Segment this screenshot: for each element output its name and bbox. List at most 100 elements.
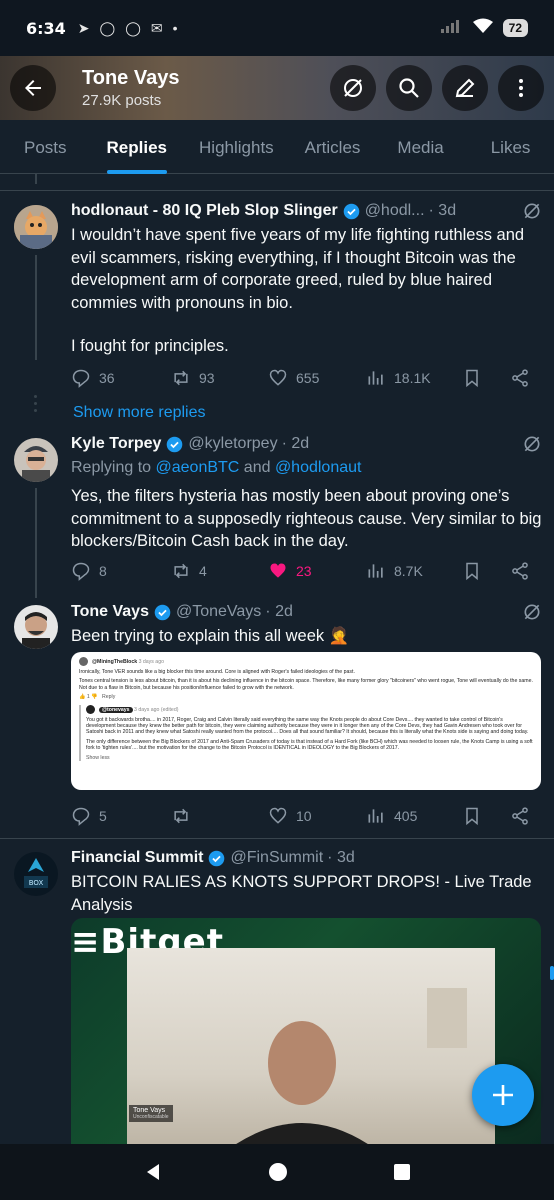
view-count: 405 [394,808,418,824]
plus-icon [493,1085,513,1105]
tab-replies[interactable]: Replies [106,120,168,174]
view-count: 8.7K [394,563,423,579]
timestamp: · 3d [428,202,457,219]
compose-button[interactable] [472,1064,534,1126]
reply-button[interactable]: 8 [71,561,171,581]
like-button[interactable]: 23 [268,561,366,581]
avatar[interactable] [14,605,58,649]
mention-link[interactable]: @aeonBTC [156,459,240,476]
share-button[interactable] [510,561,530,581]
author-name[interactable]: hodlonaut - 80 IQ Pleb Slop Slinger [71,202,338,220]
avatar-person-icon [14,438,58,482]
grok-icon[interactable] [522,201,542,221]
share-icon [512,807,528,825]
author-handle[interactable]: @ToneVays [176,603,261,621]
back-triangle-icon[interactable] [143,1162,163,1182]
edit-button[interactable] [442,65,488,111]
avatar[interactable]: BOX [14,852,58,896]
search-button[interactable] [386,65,432,111]
repost-count: 4 [199,563,207,579]
like-button[interactable]: 655 [268,368,366,388]
video-frame [127,948,495,1148]
repost-icon [174,563,188,579]
notification-icons: ➤ ◯ ◯ ✉ • [78,20,178,37]
views-icon [368,371,383,385]
mention-link[interactable]: @hodlonaut [275,459,362,476]
reply-icon [72,369,90,388]
show-more-replies-link[interactable]: Show more replies [73,404,206,422]
views-icon [368,564,383,578]
bookmark-button[interactable] [462,561,510,581]
home-circle-icon[interactable] [268,1162,288,1182]
reply-icon [72,562,90,581]
bookmark-icon [466,369,478,388]
tweet-text: Yes, the filters hysteria has mostly bee… [71,487,542,550]
grok-icon[interactable] [522,602,542,622]
avatar[interactable] [14,205,58,249]
video-player[interactable]: ≡Bitget Tone Vays Unconfiscatable [71,918,541,1148]
tweet-text: BITCOIN RALIES AS KNOTS SUPPORT DROPS! -… [71,873,532,914]
author-name[interactable]: Kyle Torpey [71,435,161,453]
tab-highlights[interactable]: Highlights [199,120,274,173]
avatar-person-icon [14,605,58,649]
instagram-icon: ◯ [125,19,141,36]
grok-button[interactable] [330,65,376,111]
dot-icon: • [172,20,178,36]
bookmark-button[interactable] [462,368,510,388]
repost-icon [174,370,188,386]
bookmark-button[interactable] [462,806,510,826]
recents-square-icon[interactable] [393,1163,411,1181]
video-name-tag: Tone Vays Unconfiscatable [129,1105,173,1122]
views-button[interactable]: 18.1K [366,368,462,388]
author-name[interactable]: Financial Summit [71,849,203,867]
heart-filled-icon [270,563,286,578]
bitget-logo-icon: ≡ [71,922,101,962]
reply-count: 8 [99,563,107,579]
like-button[interactable]: 10 [268,806,366,826]
tweet-text: I fought for principles. [71,337,229,355]
tweet-text: I wouldn’t have spent five years of my l… [71,226,525,312]
grok-icon[interactable] [522,434,542,454]
reply-button[interactable]: 36 [71,368,171,388]
bookmark-icon [466,562,478,581]
heart-icon [269,807,287,824]
author-handle[interactable]: @hodl... [365,202,425,220]
repost-button[interactable] [171,806,268,826]
system-nav-bar [0,1144,554,1200]
tab-likes[interactable]: Likes [491,120,531,173]
thumbs-up-icon: 👍 [79,694,86,701]
more-vertical-icon [519,79,523,97]
share-button[interactable] [510,806,530,826]
profile-tabs: Posts Replies Highlights Articles Media … [0,120,554,174]
views-button[interactable]: 8.7K [366,561,462,581]
reply-button[interactable]: 5 [71,806,171,826]
mail-icon: ✉ [150,19,163,36]
wifi-icon [472,18,493,39]
heart-icon [269,369,287,386]
repost-button[interactable]: 93 [171,368,268,388]
thread-line [35,488,37,598]
author-handle[interactable]: @FinSummit [230,849,323,867]
tab-posts[interactable]: Posts [24,120,67,173]
like-count: 655 [296,370,320,386]
tab-articles[interactable]: Articles [305,120,361,173]
share-button[interactable] [510,368,530,388]
views-button[interactable]: 405 [366,806,462,826]
back-button[interactable] [10,65,56,111]
status-bar: 6:34 ➤ ◯ ◯ ✉ • 72 [0,0,554,56]
timestamp: · 3d [327,849,355,866]
tab-media[interactable]: Media [397,120,443,173]
scroll-indicator[interactable] [550,966,554,980]
grok-icon [344,79,362,97]
embedded-screenshot[interactable]: @MiningTheBlock 3 days ago Ironically, T… [71,652,541,790]
bookmark-icon [466,807,478,826]
repost-icon [174,808,188,824]
repost-button[interactable]: 4 [171,561,268,581]
author-name[interactable]: Tone Vays [71,603,149,621]
avatar-cat-icon [14,205,58,249]
avatar[interactable] [14,438,58,482]
repost-count: 93 [199,370,215,386]
author-handle[interactable]: @kyletorpey [188,435,277,453]
verified-badge-icon [343,203,359,219]
more-button[interactable] [498,65,544,111]
